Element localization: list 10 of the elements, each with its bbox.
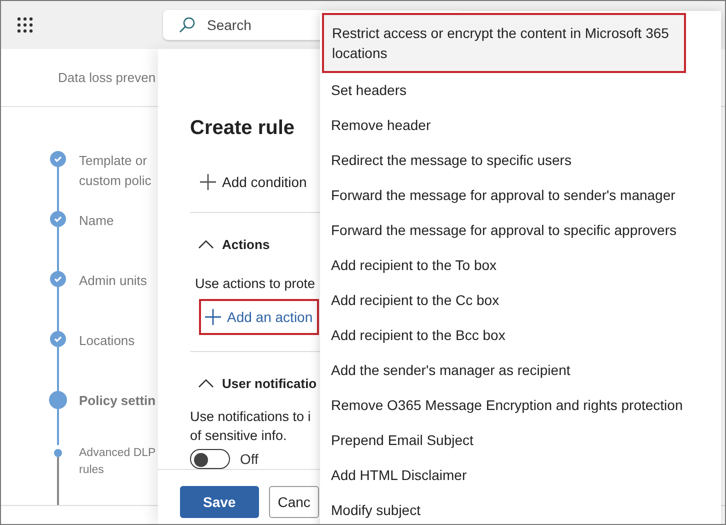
section-description: Use actions to prote — [194, 275, 316, 293]
step-label: Policy settin — [79, 392, 156, 410]
step-label: Template or custom polic — [79, 152, 152, 190]
step-label: Advanced DLP rules — [79, 446, 156, 478]
step-label: Locations — [79, 332, 135, 350]
step-label: Admin units — [79, 272, 147, 290]
step-label: Name — [79, 212, 114, 230]
panel-title: Create rule — [190, 117, 294, 140]
toggle-label: Off — [240, 451, 258, 467]
section-description: Use notifications to i of sensitive info. — [190, 408, 311, 445]
